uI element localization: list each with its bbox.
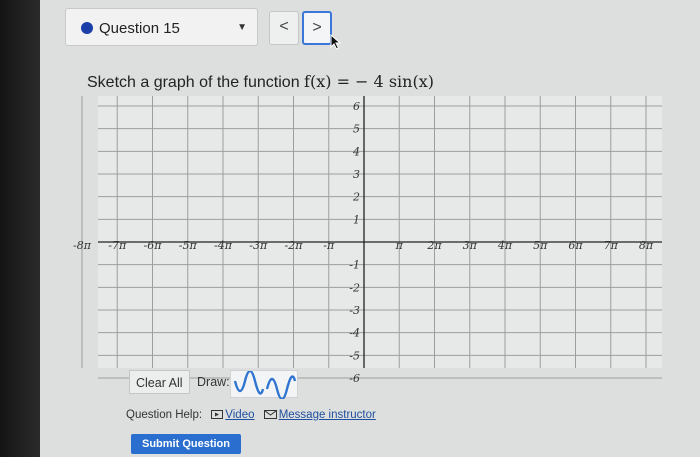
sine-wave-tool-icon[interactable] [233, 369, 265, 395]
y-tick-label: 6 [353, 100, 360, 113]
plot-background [98, 96, 662, 368]
sine-wave-tool-2-icon[interactable] [265, 375, 297, 401]
draw-tools [230, 369, 298, 401]
x-tick-label: -3π [249, 239, 268, 252]
message-instructor-link[interactable]: Message instructor [279, 409, 376, 421]
submit-question-button[interactable]: Submit Question [131, 434, 241, 454]
y-tick-label: 4 [352, 145, 360, 158]
x-tick-label: 6π [568, 239, 583, 252]
y-tick-label: 3 [353, 168, 360, 181]
x-tick-label: -5π [179, 239, 198, 252]
screen-bezel [0, 0, 40, 457]
x-tick-label: π [395, 239, 404, 252]
x-tick-label: -7π [108, 239, 127, 252]
x-tick-label: 4π [497, 239, 513, 252]
x-tick-label: -4π [214, 239, 233, 252]
clear-all-button[interactable]: Clear All [129, 370, 190, 394]
y-tick-label: -2 [349, 281, 360, 294]
y-tick-label: -4 [349, 327, 360, 340]
y-tick-label: -1 [349, 259, 360, 272]
envelope-icon [263, 410, 277, 420]
x-tick-label: -6π [144, 239, 163, 252]
x-tick-label: -π [323, 239, 335, 252]
y-tick-label: -5 [349, 349, 360, 362]
draw-label: Draw: [197, 375, 230, 389]
x-tick-label: 3π [463, 239, 478, 252]
video-icon [211, 410, 224, 420]
x-tick-label: 2π [426, 239, 442, 252]
x-tick-label: 8π [639, 239, 654, 252]
question-help: Question Help: Video Message instructor [126, 409, 376, 421]
x-tick-label: -2π [285, 239, 304, 252]
x-tick-label: -8π [73, 239, 92, 252]
y-tick-label: 2 [352, 191, 360, 204]
grid-lines [81, 96, 662, 379]
y-tick-label: -6 [349, 372, 360, 385]
y-tick-label: 5 [353, 123, 360, 136]
help-label: Question Help: [126, 409, 203, 421]
y-tick-label: 1 [353, 213, 360, 226]
x-tick-label: 7π [604, 239, 619, 252]
y-tick-label: -3 [349, 304, 360, 317]
video-link[interactable]: Video [225, 409, 254, 421]
x-tick-label: 5π [533, 239, 548, 252]
page: Question 15 ▼ < > Sketch a graph of the … [40, 0, 700, 457]
